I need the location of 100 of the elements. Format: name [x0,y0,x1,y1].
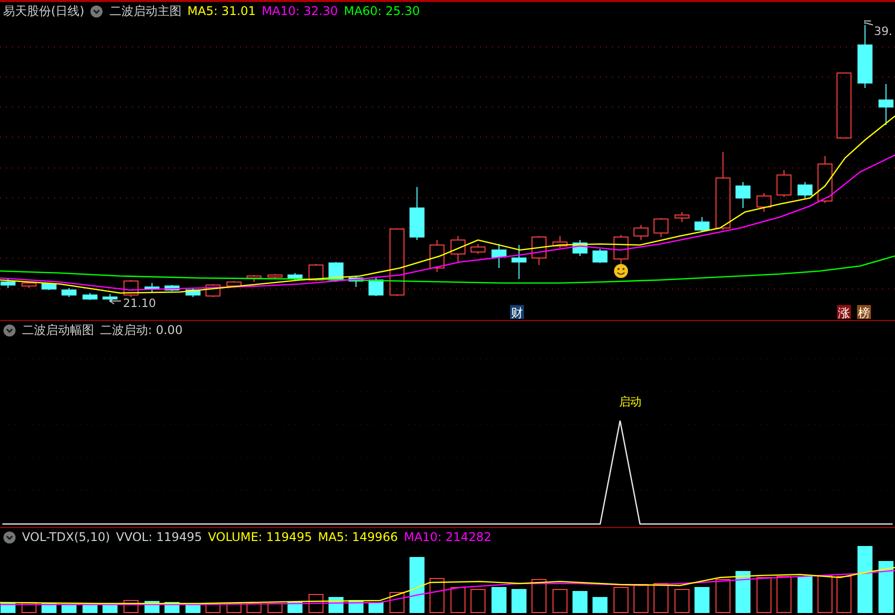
volume-bar [0,603,16,613]
candlestick [22,282,36,288]
candlestick [776,170,792,198]
candlestick [836,72,852,138]
candlestick [736,182,750,208]
candlestick [368,278,384,296]
candlestick [634,224,648,240]
volume-bar [634,584,648,613]
high-marker-icon [864,20,874,26]
volume-bar [776,576,792,613]
volume-bar [246,603,262,613]
candlestick [410,186,424,240]
volume-bar [836,576,852,613]
volume-reading: VOLUME: 119495 [208,529,312,545]
volume-bar [736,571,750,613]
candlestick [858,24,872,88]
event-badge[interactable]: 榜 [857,305,871,320]
volume-bar [798,576,812,613]
volume-reading: VVOL: 119495 [116,529,202,545]
candlestick [206,284,220,298]
volume-bar [756,577,772,613]
indicator-name: VOL-TDX(5,10) [22,529,110,545]
volume-bar [470,589,486,613]
candlestick [592,248,608,264]
volume-bar [614,587,628,613]
candlestick [492,244,506,268]
volume-bar [226,603,242,613]
chevron-icon[interactable] [90,4,104,18]
volume-bar [674,589,690,613]
volume-bar [552,589,568,613]
volume-bar [654,583,668,613]
volume-bar [716,579,730,613]
volume-bar [268,603,282,613]
volume-bar [410,557,424,613]
signal-reading: 二波启动: 0.00 [100,322,183,338]
candlestick [552,236,568,248]
candlestick [186,288,200,298]
candlestick [390,228,404,296]
volume-bar [532,579,546,613]
volume-bar [124,600,138,613]
low-arrow-icon [110,298,122,304]
candlestick [42,282,56,290]
candlestick [450,236,466,262]
candlestick [82,292,98,300]
candlestick [878,84,894,126]
volume-bar [858,546,872,613]
volume-bar [430,578,444,613]
candlestick [694,216,710,232]
volume-bar [450,587,466,613]
candlestick [308,264,324,282]
candlestick [572,240,588,256]
volume-bar [42,603,56,613]
volume-bar [308,594,324,613]
candlestick [430,240,444,272]
volume-bar [878,561,894,613]
smiley-icon [614,264,628,278]
volume-reading: MA5: 149966 [318,529,398,545]
volume-bar [492,587,506,613]
candlestick [532,236,546,266]
candlestick [674,212,690,222]
candlestick [62,288,76,298]
candlestick [654,218,668,238]
volume-bar [390,592,404,613]
volume-reading: MA10: 214282 [404,529,492,545]
volume-bar [368,602,384,613]
candlestick [226,280,242,288]
candlestick [756,192,772,212]
volume-bar [572,591,588,613]
volume-bar [818,575,832,613]
volume-bar [288,602,302,613]
chevron-icon[interactable] [3,530,16,544]
volume-bar [102,604,118,613]
volume-bar [206,603,220,613]
candlestick [470,244,486,254]
volume-bar [82,605,98,613]
volume-bar [592,597,608,613]
candlestick [246,274,262,282]
candlestick [818,156,832,204]
event-badge[interactable]: 财 [510,305,524,320]
candlestick [144,282,160,292]
signal-label: 启动 [619,394,642,409]
indicator-name: 二波启动主图 [109,3,182,19]
stock-title: 易天股份(日线) [3,3,84,19]
candlestick [268,274,282,278]
candlestick [512,244,526,280]
volume-bar [62,604,76,613]
candlestick [614,234,628,266]
event-badge[interactable]: 涨 [837,305,851,320]
candlestick [348,276,364,288]
chevron-icon[interactable] [3,324,16,336]
indicator-name: 二波启动幅图 [22,322,94,338]
volume-bar [22,602,36,613]
low-price-label: 21.10 [123,296,156,310]
high-price-label: 39. [874,24,892,38]
volume-bar [512,589,526,613]
ma-reading: MA60: 25.30 [344,3,420,19]
ma-reading: MA5: 31.01 [187,3,256,19]
candlestick [164,284,180,292]
candlestick [124,280,138,298]
volume-bar [694,587,710,613]
